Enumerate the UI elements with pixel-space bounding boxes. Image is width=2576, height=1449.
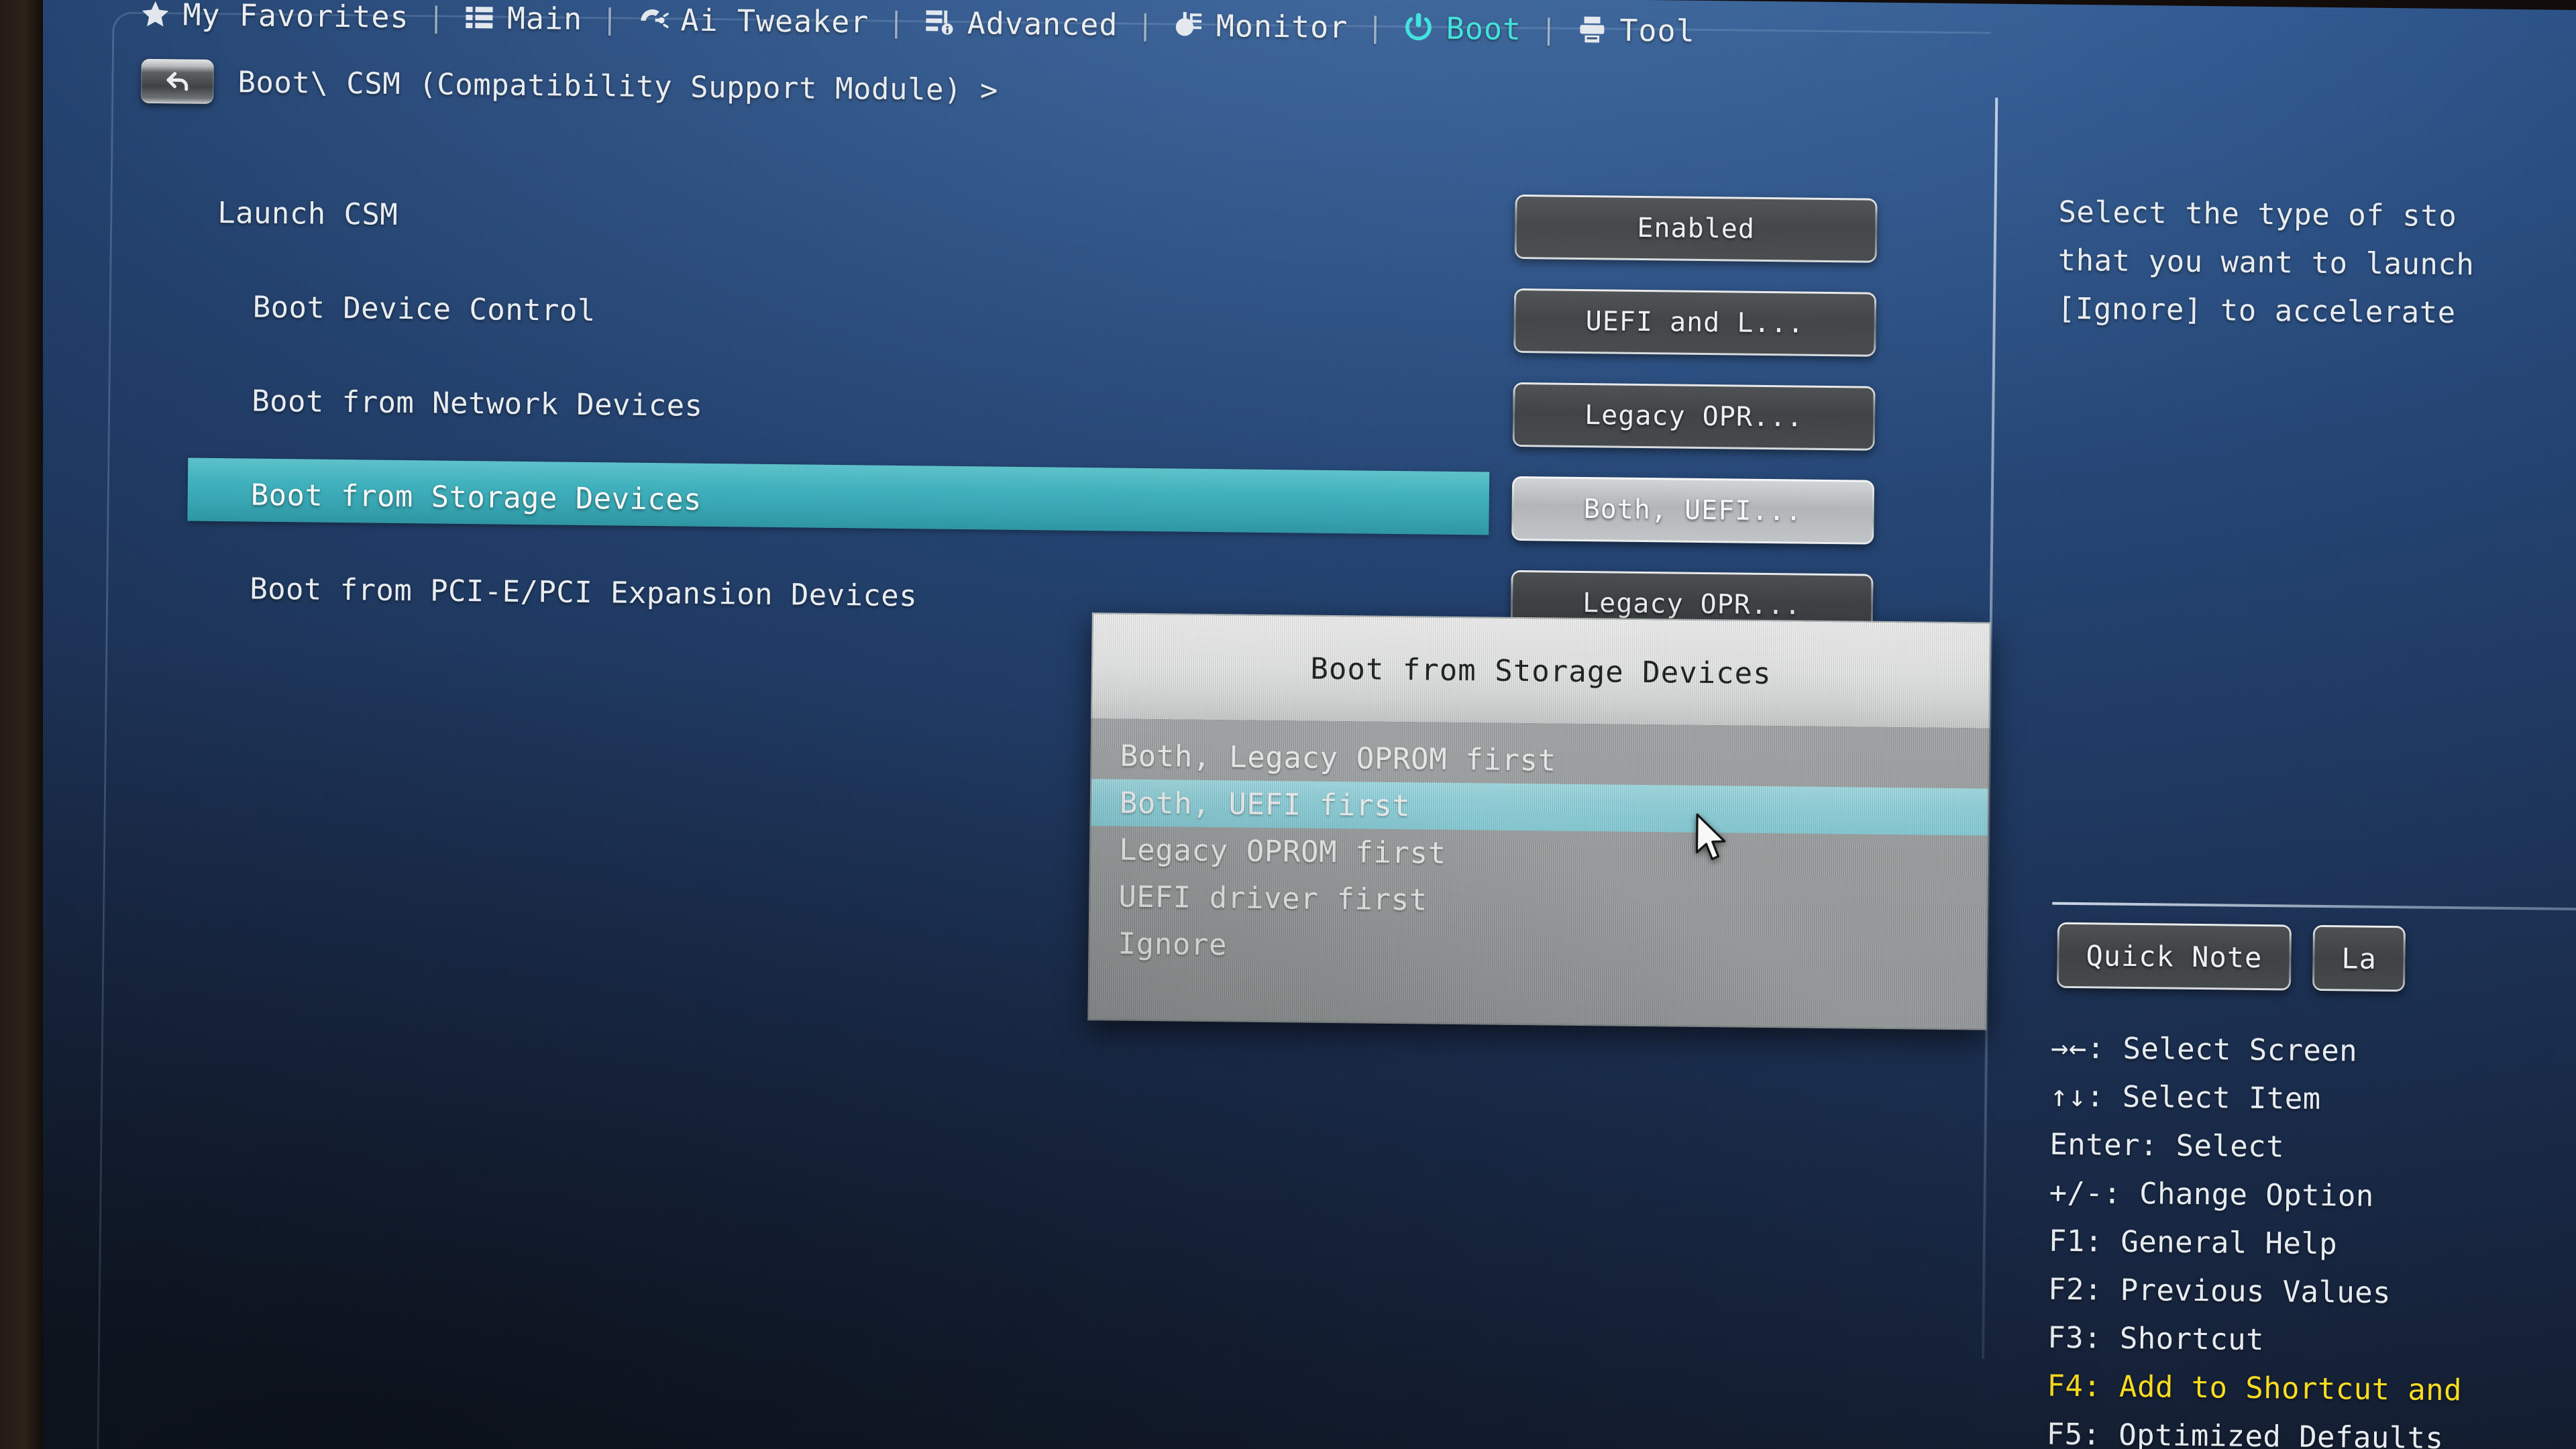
breadcrumb: Boot\ CSM (Compatibility Support Module)… xyxy=(141,58,999,113)
tab-label: Tool xyxy=(1619,12,1696,49)
setting-label: Boot from Storage Devices xyxy=(250,478,702,517)
dropdown-title-bar: Boot from Storage Devices xyxy=(1091,612,1991,729)
setting-value-button[interactable]: Legacy OPR... xyxy=(1512,382,1876,451)
tweaker-icon xyxy=(637,3,669,36)
star-icon xyxy=(139,0,172,30)
quick-button[interactable]: Quick Note xyxy=(2056,922,2292,991)
menu-separator: | xyxy=(600,2,619,36)
tab-monitor[interactable]: Monitor xyxy=(1155,7,1365,45)
monitor-bezel xyxy=(0,0,43,1449)
quick-button[interactable]: La xyxy=(2312,924,2406,992)
setting-value-text: UEFI and L... xyxy=(1515,290,1875,355)
tab-tool[interactable]: Tool xyxy=(1558,11,1713,48)
menu-separator: | xyxy=(1366,10,1384,44)
list-icon xyxy=(464,1,496,34)
quick-buttons-row[interactable]: Quick Note La xyxy=(2056,922,2406,992)
dropdown-option-label: UEFI driver first xyxy=(1118,879,1428,918)
tab-advanced[interactable]: Advanced xyxy=(906,5,1135,43)
setting-value-text: Enabled xyxy=(1516,196,1876,261)
tab-label: Monitor xyxy=(1216,7,1348,45)
dropdown-title: Boot from Storage Devices xyxy=(1310,651,1772,691)
menu-separator: | xyxy=(427,0,445,34)
dropdown-option[interactable]: Ignore xyxy=(1089,920,1986,976)
key-legend-line: Enter: Select xyxy=(2049,1127,2285,1165)
help-text-panel: Select the type of sto that you want to l… xyxy=(2057,189,2576,340)
key-legend-line: F5: Optimized Defaults xyxy=(2046,1417,2444,1449)
help-line: Select the type of sto xyxy=(2058,195,2457,234)
tab-label: Main xyxy=(506,0,583,37)
key-legend-line: F3: Shortcut xyxy=(2047,1320,2265,1358)
dropdown-option-list[interactable]: Both, Legacy OPROM first Both, UEFI first… xyxy=(1087,718,1990,1030)
setting-label: Boot from PCI-E/PCI Expansion Devices xyxy=(249,572,918,613)
tab-label: Ai Tweaker xyxy=(680,1,869,40)
tab-ai-tweaker[interactable]: Ai Tweaker xyxy=(619,1,886,40)
key-legend-line: F4: Add to Shortcut and xyxy=(2047,1368,2463,1408)
quick-button-label: Quick Note xyxy=(2058,924,2290,989)
setting-label: Launch CSM xyxy=(217,195,398,232)
settings-list: Launch CSM Enabled Boot Device Control UEFI… xyxy=(28,164,1978,654)
help-line: that you want to launch xyxy=(2057,243,2475,282)
advanced-icon xyxy=(923,6,956,39)
setting-label: Boot Device Control xyxy=(252,290,596,328)
dropdown-option-label: Legacy OPROM first xyxy=(1118,833,1446,871)
key-legend-line: +/-: Change Option xyxy=(2049,1175,2374,1214)
setting-label: Boot from Network Devices xyxy=(251,384,703,423)
dropdown-option-label: Both, UEFI first xyxy=(1119,786,1411,823)
setting-value-button[interactable]: Both, UEFI... xyxy=(1511,476,1875,545)
tab-boot[interactable]: Boot xyxy=(1385,9,1539,46)
key-legend-line: →←: Select Screen xyxy=(2050,1030,2358,1069)
tool-icon xyxy=(1576,13,1609,46)
tab-my-favorites[interactable]: My Favorites xyxy=(121,0,427,35)
menu-separator: | xyxy=(1540,12,1558,46)
bios-screen: My Favorites | Main | Ai Tweaker | Advanced | Mo… xyxy=(18,0,2576,1449)
quick-buttons-rule xyxy=(2052,902,2576,912)
dropdown-option-label: Ignore xyxy=(1118,926,1228,962)
setting-value-text: Legacy OPR... xyxy=(1514,384,1874,449)
setting-value-button[interactable]: Enabled xyxy=(1514,194,1878,263)
mouse-pointer-icon xyxy=(1695,813,1726,861)
key-legend-line: F1: General Help xyxy=(2048,1224,2338,1262)
help-line: [Ignore] to accelerate xyxy=(2057,291,2456,331)
tab-label: Advanced xyxy=(967,5,1118,42)
key-legend-line: F2: Previous Values xyxy=(2047,1272,2392,1311)
back-arrow-icon[interactable] xyxy=(141,58,214,104)
key-legend-line: ↑↓: Select Item xyxy=(2049,1079,2321,1116)
dropdown-option-label: Both, Legacy OPROM first xyxy=(1120,739,1557,778)
photo-frame: My Favorites | Main | Ai Tweaker | Advanced | Mo… xyxy=(0,0,2576,1449)
key-legend: →←: Select Screen ↑↓: Select Item Enter: S… xyxy=(2046,1024,2465,1449)
quick-button-label: La xyxy=(2314,926,2404,990)
menu-separator: | xyxy=(888,5,906,39)
monitor-icon xyxy=(1173,9,1205,42)
power-icon xyxy=(1402,11,1435,44)
tab-main[interactable]: Main xyxy=(446,0,600,37)
tab-label: My Favorites xyxy=(182,0,409,35)
tab-label: Boot xyxy=(1446,10,1522,47)
setting-value-text: Both, UEFI... xyxy=(1513,478,1873,543)
breadcrumb-path: Boot\ CSM (Compatibility Support Module)… xyxy=(237,64,999,108)
setting-value-button[interactable]: UEFI and L... xyxy=(1513,288,1877,357)
dropdown-popup[interactable]: Boot from Storage Devices Both, Legacy O… xyxy=(1087,612,1991,1030)
menu-separator: | xyxy=(1136,8,1155,42)
